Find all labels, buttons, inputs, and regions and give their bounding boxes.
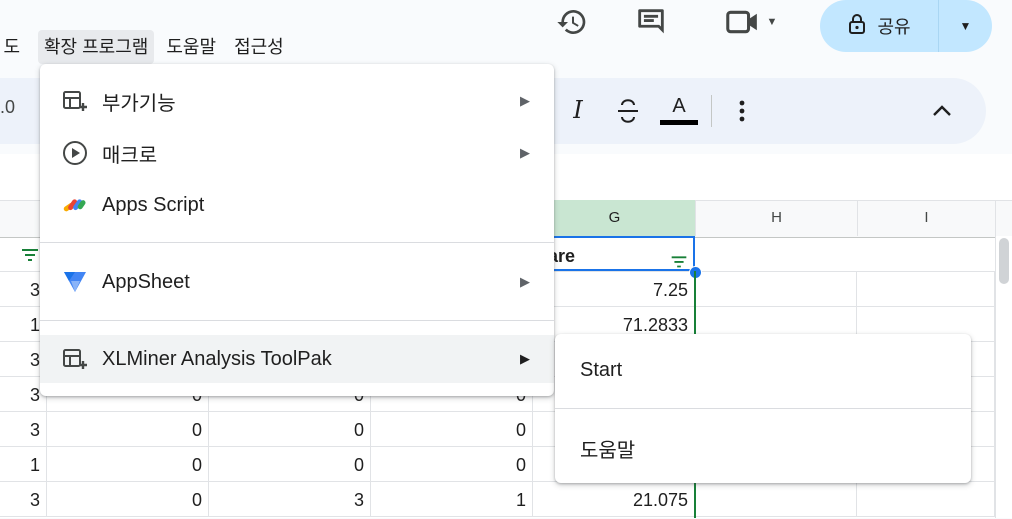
apps-script-icon [62, 192, 88, 218]
menu-tools[interactable]: 도구 [0, 30, 26, 64]
table-cell[interactable]: 1 [0, 446, 47, 481]
table-cell[interactable]: 3 [209, 481, 371, 516]
text-color-glyph: A [672, 95, 686, 117]
play-circle-icon [62, 140, 88, 166]
menu-item-appsheet[interactable]: AppSheet ▶ [40, 259, 554, 305]
submenu-arrow-icon: ▶ [520, 351, 530, 366]
menu-item-label: XLMiner Analysis ToolPak [102, 347, 332, 370]
selected-cell-g1[interactable]: are [534, 236, 695, 271]
menu-accessibility[interactable]: 접근성 [228, 30, 290, 64]
share-main-button[interactable]: 공유 [820, 0, 938, 52]
table-cell[interactable] [696, 481, 857, 516]
table-cell[interactable]: 0 [371, 411, 533, 446]
table-cell[interactable] [696, 271, 857, 306]
text-color-swatch [660, 120, 698, 125]
toolbar-divider [711, 95, 712, 127]
filter-icon[interactable] [18, 245, 42, 263]
toolbar-fragment: .0 [0, 97, 16, 117]
lock-icon [847, 13, 867, 40]
menu-separator [40, 320, 554, 321]
table-cell[interactable]: 1 [371, 481, 533, 516]
menu-separator [40, 242, 554, 243]
submenu-arrow-icon: ▶ [520, 145, 530, 160]
table-cell[interactable]: 0 [47, 446, 209, 481]
column-header-h[interactable]: H [696, 200, 858, 236]
meet-video-icon[interactable]: ▼ [716, 4, 786, 40]
italic-icon[interactable]: I [566, 96, 590, 126]
menu-item-apps-script[interactable]: Apps Script [40, 182, 554, 228]
addon-icon [62, 346, 88, 372]
menu-item-label: 도움말 [580, 439, 636, 462]
table-cell[interactable]: 21.075 [534, 481, 695, 516]
submenu-arrow-icon: ▶ [520, 93, 530, 108]
table-cell[interactable]: 0 [209, 446, 371, 481]
chevron-down-icon: ▼ [766, 16, 778, 28]
menu-extensions[interactable]: 확장 프로그램 [38, 30, 155, 64]
menu-item-macros[interactable]: 매크로 ▶ [40, 130, 554, 176]
history-icon[interactable] [554, 4, 590, 40]
table-cell[interactable]: 3 [0, 411, 47, 446]
menu-separator [555, 408, 971, 409]
strikethrough-icon[interactable] [614, 96, 642, 126]
table-cell[interactable] [858, 481, 995, 516]
menu-item-addons[interactable]: 부가기능 ▶ [40, 78, 554, 124]
scrollbar-thumb[interactable] [999, 238, 1009, 284]
collapse-chevron-icon[interactable] [928, 100, 956, 122]
table-cell[interactable]: 0 [371, 446, 533, 481]
submenu-arrow-icon: ▶ [520, 274, 530, 289]
table-cell[interactable]: 7.25 [534, 271, 695, 306]
menu-item-label: 부가기능 [102, 92, 176, 115]
menu-item-label: AppSheet [102, 270, 190, 293]
text-color-icon[interactable]: A [660, 94, 698, 126]
menu-item-label: 매크로 [102, 144, 158, 167]
extensions-menu: 부가기능 ▶ 매크로 ▶ Apps Script AppSheet ▶ XLMi… [40, 64, 554, 396]
chevron-down-icon: ▼ [959, 19, 972, 33]
appsheet-icon [62, 269, 88, 295]
column-header-i[interactable]: I [858, 200, 996, 236]
addon-icon [62, 88, 88, 114]
table-cell[interactable]: 3 [0, 481, 47, 516]
share-label: 공유 [877, 17, 911, 37]
menu-item-label: Start [580, 358, 623, 381]
table-cell[interactable] [858, 271, 995, 306]
share-dropdown-button[interactable]: ▼ [939, 0, 992, 52]
table-cell[interactable]: 0 [47, 411, 209, 446]
share-button[interactable]: 공유 ▼ [820, 0, 992, 52]
comment-icon[interactable] [633, 4, 669, 40]
column-header-g[interactable]: G [534, 200, 696, 236]
submenu-item-start[interactable]: Start [555, 346, 971, 394]
xlminer-submenu: Start 도움말 [555, 334, 971, 483]
menu-item-label: Apps Script [102, 193, 205, 216]
menu-help[interactable]: 도움말 [160, 30, 222, 64]
submenu-item-help[interactable]: 도움말 [555, 424, 971, 472]
filter-icon[interactable] [668, 246, 690, 268]
more-vert-icon[interactable] [732, 98, 752, 124]
table-cell[interactable]: 0 [209, 411, 371, 446]
menu-item-xlminer[interactable]: XLMiner Analysis ToolPak ▶ [40, 335, 554, 383]
table-cell[interactable]: 0 [47, 481, 209, 516]
menubar: 도구 확장 프로그램 도움말 접근성 [0, 30, 290, 64]
